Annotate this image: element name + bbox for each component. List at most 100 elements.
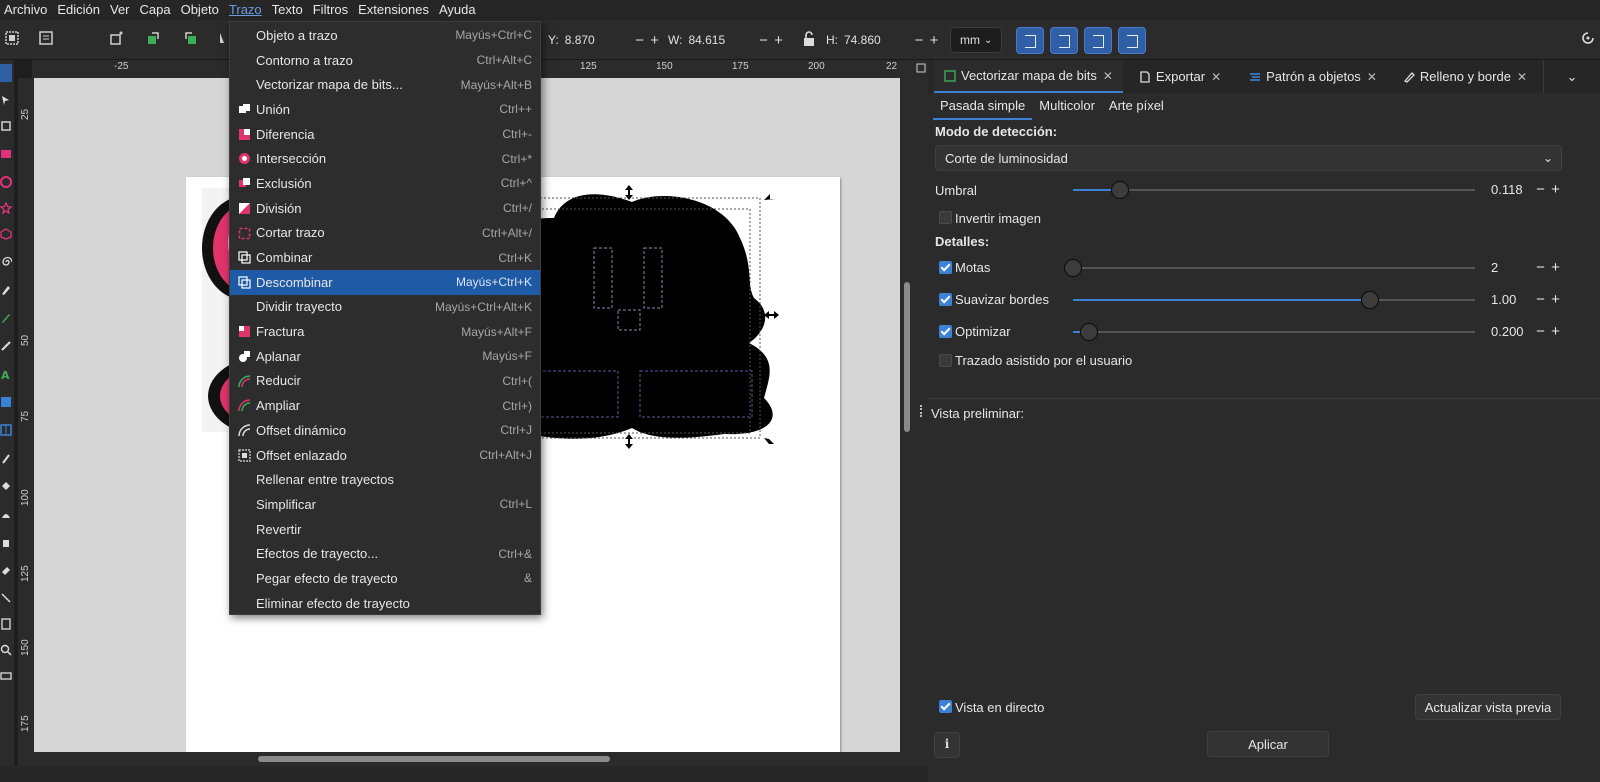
- apply-button[interactable]: Aplicar: [1207, 731, 1329, 757]
- optimizar-minus-button[interactable]: −: [1533, 323, 1548, 340]
- close-icon[interactable]: [916, 63, 926, 73]
- h-plus-button[interactable]: +: [928, 32, 940, 49]
- close-icon[interactable]: ✕: [1517, 70, 1527, 84]
- menu-item[interactable]: División Ctrl+/: [230, 196, 540, 221]
- ellipse-tool-icon[interactable]: [0, 176, 12, 188]
- menu-item[interactable]: Contorno a trazo Ctrl+Alt+C: [230, 48, 540, 73]
- traced-silhouette[interactable]: [517, 194, 773, 439]
- close-icon[interactable]: ✕: [1367, 70, 1377, 84]
- optimizar-value[interactable]: 0.200: [1485, 324, 1533, 339]
- menu-trazo[interactable]: Trazo: [225, 0, 268, 20]
- menu-objeto[interactable]: Objeto: [177, 0, 225, 20]
- menu-item[interactable]: Unión Ctrl++: [230, 97, 540, 122]
- deselect-icon[interactable]: [108, 30, 124, 46]
- spray-tool-icon[interactable]: [0, 536, 12, 548]
- unit-select[interactable]: mm ⌄: [950, 27, 1002, 53]
- menu-item[interactable]: Eliminar efecto de trayecto: [230, 591, 540, 616]
- pencil-tool-icon[interactable]: [0, 312, 12, 324]
- pages-tool-icon[interactable]: [0, 618, 12, 630]
- suavizar-slider[interactable]: [1073, 291, 1475, 309]
- umbral-slider-handle[interactable]: [1111, 181, 1129, 199]
- grip-icon[interactable]: [920, 405, 922, 417]
- gradient-tool-icon[interactable]: [0, 396, 12, 408]
- menu-item[interactable]: Exclusión Ctrl+^: [230, 171, 540, 196]
- menu-item[interactable]: Pegar efecto de trayecto &: [230, 566, 540, 591]
- menu-item[interactable]: Vectorizar mapa de bits... Mayús+Alt+B: [230, 72, 540, 97]
- optimizar-plus-button[interactable]: +: [1548, 323, 1563, 340]
- suavizar-value[interactable]: 1.00: [1485, 292, 1533, 307]
- subtab-arte-pixel[interactable]: Arte píxel: [1102, 94, 1171, 120]
- node-tool-icon[interactable]: [0, 94, 12, 106]
- h-minus-button[interactable]: −: [913, 32, 925, 49]
- y-input[interactable]: 8.870: [565, 33, 631, 47]
- more-tabs-button[interactable]: ⌄: [1543, 60, 1600, 93]
- menu-item[interactable]: Offset dinámico Ctrl+J: [230, 418, 540, 443]
- menu-item[interactable]: Efectos de trayecto... Ctrl+&: [230, 541, 540, 566]
- motas-checkbox[interactable]: [939, 261, 952, 274]
- menu-edicion[interactable]: Edición: [53, 0, 106, 20]
- mesh-tool-icon[interactable]: [0, 424, 12, 436]
- menu-item[interactable]: Rellenar entre trayectos: [230, 467, 540, 492]
- menu-item[interactable]: Intersección Ctrl+*: [230, 146, 540, 171]
- select-all-layers-icon[interactable]: [38, 30, 54, 46]
- menu-extensiones[interactable]: Extensiones: [354, 0, 435, 20]
- h-input[interactable]: 74.860: [844, 33, 910, 47]
- info-icon[interactable]: [934, 732, 960, 758]
- menu-item[interactable]: Diferencia Ctrl+-: [230, 122, 540, 147]
- dropper-tool-icon[interactable]: [0, 452, 12, 464]
- eraser-tool-icon[interactable]: [0, 564, 12, 576]
- menu-item[interactable]: Simplificar Ctrl+L: [230, 492, 540, 517]
- calligraphy-tool-icon[interactable]: [0, 340, 12, 352]
- 3d-box-tool-icon[interactable]: [0, 228, 12, 240]
- invertir-checkbox[interactable]: [939, 211, 952, 224]
- subtab-multicolor[interactable]: Multicolor: [1032, 94, 1102, 120]
- umbral-plus-button[interactable]: +: [1548, 181, 1563, 198]
- menu-item[interactable]: Aplanar Mayús+F: [230, 344, 540, 369]
- select-all-icon[interactable]: [4, 30, 20, 46]
- optimizar-slider[interactable]: [1073, 323, 1475, 341]
- vertical-scroll-thumb[interactable]: [904, 282, 910, 432]
- zoom-tool-icon[interactable]: [0, 644, 12, 656]
- transform-patterns-toggle[interactable]: [1118, 27, 1146, 54]
- menu-item[interactable]: Objeto a trazo Mayús+Ctrl+C: [230, 23, 540, 48]
- subtab-pasada-simple[interactable]: Pasada simple: [933, 94, 1033, 120]
- w-minus-button[interactable]: −: [757, 32, 769, 49]
- suavizar-plus-button[interactable]: +: [1548, 291, 1563, 308]
- scale-corners-toggle[interactable]: [1050, 27, 1078, 54]
- tab-exportar[interactable]: Exportar ✕: [1129, 60, 1231, 93]
- menu-archivo[interactable]: Archivo: [0, 0, 53, 20]
- suavizar-slider-handle[interactable]: [1361, 291, 1379, 309]
- menu-ver[interactable]: Ver: [106, 0, 136, 20]
- measure-tool-icon[interactable]: [0, 670, 12, 682]
- horizontal-scrollbar[interactable]: [34, 752, 900, 766]
- optimizar-checkbox[interactable]: [939, 325, 952, 338]
- umbral-minus-button[interactable]: −: [1533, 181, 1548, 198]
- menu-item[interactable]: Combinar Ctrl+K: [230, 245, 540, 270]
- tweak-tool-icon[interactable]: [0, 120, 12, 132]
- menu-item[interactable]: Fractura Mayús+Alt+F: [230, 319, 540, 344]
- lock-ratio-icon[interactable]: [801, 31, 817, 47]
- transform-gradients-toggle[interactable]: [1084, 27, 1112, 54]
- motas-plus-button[interactable]: +: [1548, 259, 1563, 276]
- menu-item[interactable]: Descombinar Mayús+Ctrl+K: [230, 269, 540, 295]
- close-icon[interactable]: ✕: [1103, 69, 1113, 83]
- motas-minus-button[interactable]: −: [1533, 259, 1548, 276]
- suavizar-minus-button[interactable]: −: [1533, 291, 1548, 308]
- text-tool-icon[interactable]: A: [0, 368, 12, 380]
- scale-stroke-toggle[interactable]: [1016, 27, 1044, 54]
- menu-texto[interactable]: Texto: [268, 0, 309, 20]
- w-input[interactable]: 84.615: [688, 33, 754, 47]
- motas-slider-handle[interactable]: [1064, 259, 1082, 277]
- suavizar-checkbox[interactable]: [939, 293, 952, 306]
- rotate-90-cw-icon[interactable]: [182, 30, 198, 46]
- y-minus-button[interactable]: −: [634, 32, 646, 49]
- spiral-tool-icon[interactable]: [0, 256, 12, 268]
- pen-tool-icon[interactable]: [0, 284, 12, 296]
- motas-slider[interactable]: [1064, 259, 1475, 277]
- detection-mode-select[interactable]: Corte de luminosidad ⌄: [935, 145, 1562, 171]
- tab-relleno[interactable]: Relleno y borde ✕: [1393, 60, 1537, 93]
- w-plus-button[interactable]: +: [772, 32, 784, 49]
- overflow-menu-icon[interactable]: [1580, 30, 1596, 46]
- menu-item[interactable]: Dividir trayecto Mayús+Ctrl+Alt+K: [230, 295, 540, 320]
- selector-tool[interactable]: [0, 64, 12, 82]
